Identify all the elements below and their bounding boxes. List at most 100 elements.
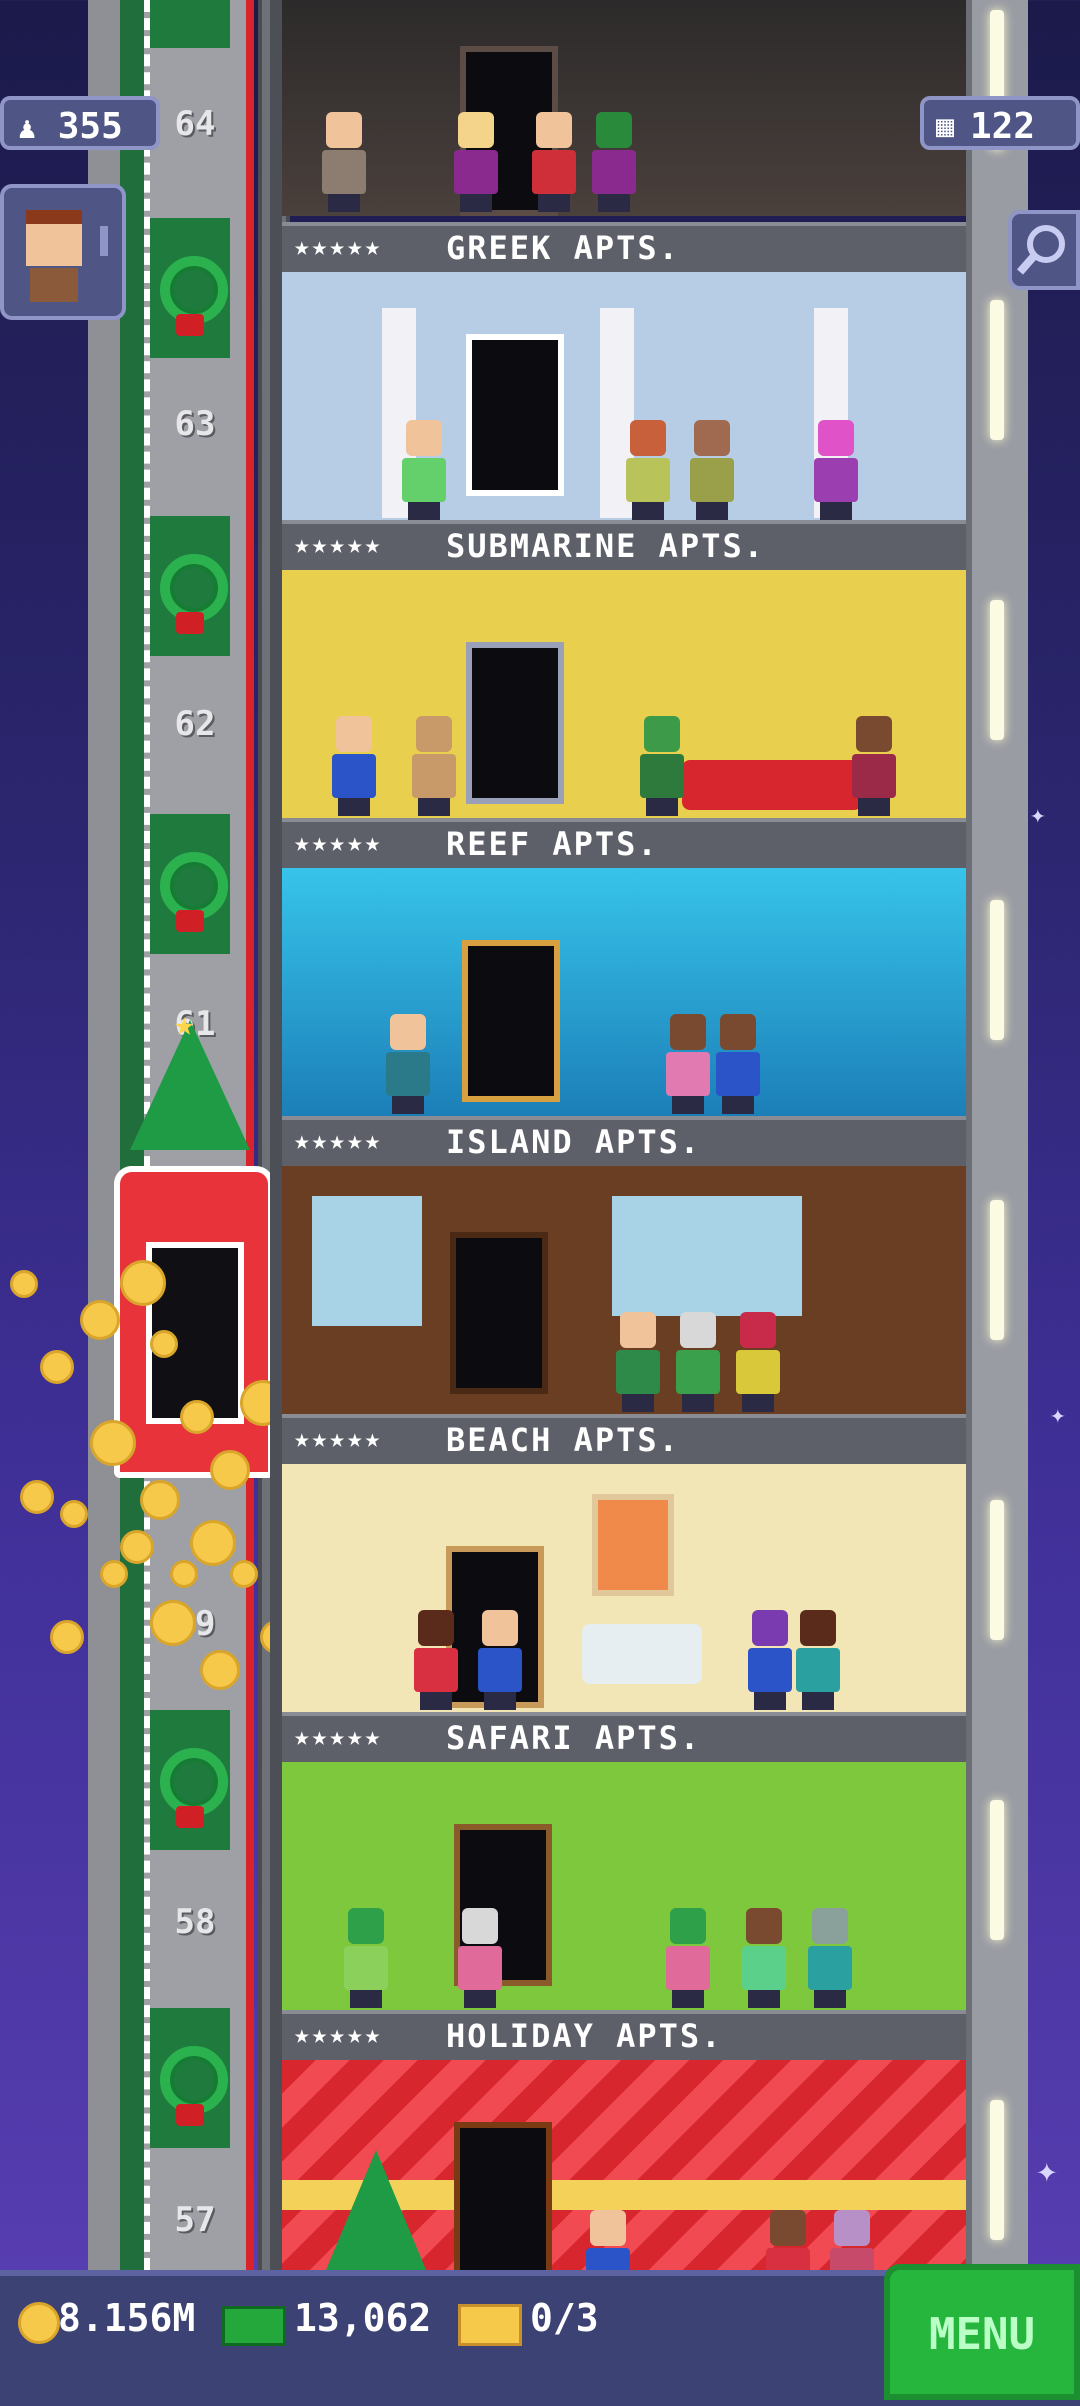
resident[interactable] [804, 1908, 856, 2008]
floor-rating: ★★★★★ [294, 1722, 383, 1752]
resident[interactable] [612, 1312, 664, 1412]
floor-name: ISLAND APTS. [446, 1123, 702, 1161]
coin[interactable] [190, 1520, 236, 1566]
coin[interactable] [40, 1350, 74, 1384]
resident[interactable] [672, 1312, 724, 1412]
resident[interactable] [622, 420, 674, 520]
more-indicator [100, 226, 108, 256]
coin[interactable] [120, 1260, 166, 1306]
resident[interactable] [340, 1908, 392, 2008]
coin[interactable] [230, 1560, 258, 1588]
floor-name: HOLIDAY APTS. [446, 2017, 723, 2055]
coin[interactable] [80, 1300, 120, 1340]
floor-door [462, 940, 560, 1102]
resident[interactable] [588, 112, 640, 212]
resident[interactable] [810, 420, 862, 520]
coin[interactable] [150, 1330, 178, 1358]
floor-count: 122 [970, 106, 1036, 147]
floor-number: 63 [174, 404, 216, 444]
resident[interactable] [732, 1312, 784, 1412]
floor-door [466, 334, 564, 496]
resident[interactable] [454, 1908, 506, 2008]
population-badge[interactable]: ♟ 355 [0, 96, 160, 150]
resident[interactable] [528, 112, 580, 212]
resident[interactable] [398, 420, 450, 520]
floor-door [466, 642, 564, 804]
floor-label-safari: ★★★★★ SAFARI APTS. [282, 1712, 966, 1766]
window [312, 1196, 422, 1326]
floor-safari[interactable] [282, 1762, 966, 2010]
star-icon: ★ [174, 1004, 195, 1044]
resident[interactable] [686, 420, 738, 520]
resident[interactable] [826, 2210, 878, 2270]
resident[interactable] [744, 1610, 796, 1710]
resident[interactable] [382, 1014, 434, 1114]
coin-icon [18, 2302, 60, 2344]
building-icon: ▦ [936, 109, 955, 144]
bow-icon [176, 910, 204, 932]
resident[interactable] [328, 716, 380, 816]
floor-name: REEF APTS. [446, 825, 659, 863]
coin[interactable] [200, 1650, 240, 1690]
resident[interactable] [474, 1610, 526, 1710]
coin[interactable] [170, 1560, 198, 1588]
resident[interactable] [410, 1610, 462, 1710]
coin[interactable] [120, 1530, 154, 1564]
coin[interactable] [90, 1420, 136, 1466]
resident[interactable] [636, 716, 688, 816]
window-light [990, 900, 1004, 1040]
coin[interactable] [100, 1560, 128, 1588]
wreath-decoration [150, 0, 230, 48]
floor-greek[interactable] [282, 272, 966, 520]
coin[interactable] [60, 1500, 88, 1528]
floor-name: GREEK APTS. [446, 229, 680, 267]
search-button[interactable] [1008, 210, 1080, 290]
bitizen-portrait-button[interactable] [0, 184, 126, 320]
floor-name: SUBMARINE APTS. [446, 527, 765, 565]
bow-icon [176, 1806, 204, 1828]
floor-number: 57 [174, 2200, 216, 2240]
resident[interactable] [318, 112, 370, 212]
window-light [990, 300, 1004, 440]
wreath-decoration [150, 218, 230, 358]
coin[interactable] [210, 1450, 250, 1490]
resident[interactable] [792, 1610, 844, 1710]
bux-count: 13,062 [294, 2296, 432, 2340]
floor-rating: ★★★★★ [294, 530, 383, 560]
coin[interactable] [150, 1600, 196, 1646]
floor-number: 64 [174, 104, 216, 144]
floor-cave[interactable] [282, 0, 966, 216]
window-light [990, 1500, 1004, 1640]
coin[interactable] [180, 1400, 214, 1434]
coin[interactable] [20, 1480, 54, 1514]
resident[interactable] [582, 2210, 634, 2270]
floor-island[interactable] [282, 1166, 966, 1414]
coin[interactable] [50, 1620, 84, 1654]
wreath-decoration [150, 2008, 230, 2148]
resident[interactable] [662, 1908, 714, 2008]
window-light [990, 600, 1004, 740]
bow-icon [176, 314, 204, 336]
floor-submarine[interactable] [282, 570, 966, 818]
floor-name: SAFARI APTS. [446, 1719, 702, 1757]
resident[interactable] [762, 2210, 814, 2270]
resident[interactable] [712, 1014, 764, 1114]
coin[interactable] [10, 1270, 38, 1298]
floor-label-beach: ★★★★★ BEACH APTS. [282, 1414, 966, 1468]
coin[interactable] [140, 1480, 180, 1520]
resident[interactable] [662, 1014, 714, 1114]
resident[interactable] [848, 716, 900, 816]
ticket-icon [458, 2304, 522, 2346]
floor-reef[interactable] [282, 868, 966, 1116]
resident[interactable] [450, 112, 502, 212]
floor-door [454, 2122, 552, 2270]
coin-count: 8.156M [58, 2296, 196, 2340]
sunset-painting [592, 1494, 674, 1596]
floor-label-submarine: ★★★★★ SUBMARINE APTS. [282, 520, 966, 574]
floor-holiday[interactable] [282, 2060, 966, 2270]
resident[interactable] [738, 1908, 790, 2008]
floor-beach[interactable] [282, 1464, 966, 1712]
resident[interactable] [408, 716, 460, 816]
menu-button[interactable]: MENU [884, 2264, 1080, 2400]
floors-badge[interactable]: ▦ 122 [920, 96, 1080, 150]
